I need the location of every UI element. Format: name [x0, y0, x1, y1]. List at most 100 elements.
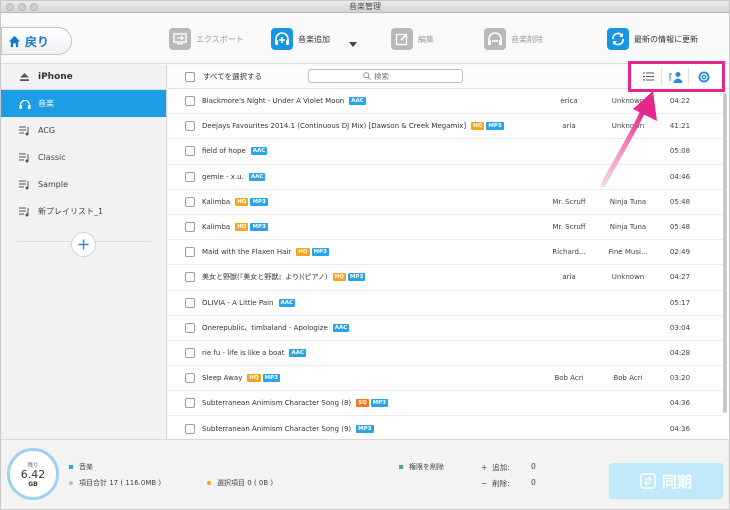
- song-time: 04:36: [669, 399, 691, 408]
- vertical-scrollbar[interactable]: [723, 93, 727, 413]
- row-checkbox[interactable]: [185, 146, 195, 157]
- row-checkbox[interactable]: [185, 222, 195, 233]
- sync-button[interactable]: 同期: [609, 463, 723, 499]
- legend-dot: [399, 465, 403, 469]
- search-box[interactable]: [308, 69, 463, 83]
- sidebar-item-classic[interactable]: Classic: [1, 144, 166, 171]
- row-checkbox[interactable]: [185, 297, 195, 308]
- playlist-icon: [19, 153, 29, 162]
- table-row[interactable]: Subterranean Animism Character Song (8) S…: [168, 391, 723, 417]
- add-music-label: 音楽追加: [298, 34, 330, 44]
- plus-icon: +: [481, 463, 488, 472]
- refresh-label: 最新の情報に更新: [634, 34, 698, 44]
- add-music-dropdown-arrow[interactable]: [349, 42, 357, 47]
- song-title: rie fu - life is like a boat AAC: [202, 348, 306, 357]
- music-rows: Blackmore's Night - Under A Violet Moon A…: [168, 89, 723, 442]
- export-button[interactable]: エクスポート: [169, 28, 244, 50]
- search-icon: [363, 72, 371, 80]
- sidebar-item-sample[interactable]: Sample: [1, 171, 166, 198]
- song-album: Ninja Tuna: [609, 197, 647, 206]
- row-checkbox[interactable]: [185, 121, 195, 132]
- song-title-text: Kalimba: [202, 223, 231, 232]
- back-button[interactable]: 戻り: [1, 27, 72, 55]
- format-badge: MP3: [356, 424, 374, 433]
- song-time: 05:48: [669, 197, 691, 206]
- song-time: 04:22: [669, 97, 691, 106]
- song-title-text: Sleep Away: [202, 374, 243, 383]
- table-row[interactable]: rie fu - life is like a boat AAC 04:28: [168, 341, 723, 367]
- row-checkbox[interactable]: [185, 96, 195, 107]
- format-badge: AAC: [289, 348, 306, 357]
- row-checkbox[interactable]: [185, 398, 195, 409]
- select-all[interactable]: すべてを選択する: [185, 71, 262, 82]
- artist-view-button[interactable]: [663, 67, 690, 86]
- table-row[interactable]: gemie - x.u. AAC 04:46: [168, 165, 723, 190]
- eject-icon[interactable]: [20, 73, 29, 81]
- format-badge: HQ: [296, 248, 310, 257]
- song-time: 04:36: [669, 424, 691, 433]
- table-row[interactable]: OLIVIA - A Little Pain AAC 05:17: [168, 291, 723, 316]
- app-window: 音楽管理 戻り エクスポート 音楽追加 編集 音楽削除 最新の情報に更新 iPh…: [0, 0, 730, 510]
- refresh-icon: [607, 28, 629, 50]
- edit-icon: [391, 28, 413, 50]
- list-view-button[interactable]: [636, 67, 662, 86]
- table-row[interactable]: Onerepublic、timbaland - Apologize AAC 03:0…: [168, 316, 723, 341]
- artist-view-icon: [668, 71, 683, 83]
- select-all-label: すべてを選択する: [203, 72, 263, 81]
- album-view-button[interactable]: [691, 68, 717, 86]
- song-artist: aria: [562, 122, 576, 131]
- row-checkbox[interactable]: [185, 272, 195, 283]
- song-artist: erica: [560, 97, 578, 106]
- add-counter-label: 追加:: [492, 463, 510, 472]
- delete-music-label: 音楽削除: [511, 34, 543, 44]
- row-checkbox[interactable]: [185, 423, 195, 434]
- format-badge: HQ: [235, 197, 249, 206]
- table-row[interactable]: 美女と野獣(『美女と野獣』より)(ピアノ) HQ MP3 aria Unknown 04:…: [168, 265, 723, 291]
- playlist-icon: [19, 180, 29, 189]
- song-time: 41:21: [669, 122, 691, 131]
- table-row[interactable]: Subterranean Animism Character Song (9) M…: [168, 416, 723, 442]
- song-time: 05:48: [669, 223, 691, 232]
- song-title-text: 美女と野獣(『美女と野獣』より)(ピアノ): [202, 273, 328, 282]
- format-badge: MP3: [486, 122, 504, 131]
- edit-button[interactable]: 編集: [391, 28, 434, 50]
- sidebar-item-label: Classic: [38, 153, 66, 162]
- table-row[interactable]: Kalimba HQ MP3 Mr. Scruff Ninja Tuna 05:48: [168, 190, 723, 215]
- table-row[interactable]: Sleep Away HQ MP3 Bob Acri Bob Acri 03:20: [168, 366, 723, 392]
- format-badge: AAC: [278, 298, 296, 307]
- row-checkbox[interactable]: [185, 171, 195, 182]
- sidebar-item-acg[interactable]: ACG: [1, 117, 166, 144]
- delete-music-button[interactable]: 音楽削除: [484, 28, 543, 50]
- song-time: 05:08: [669, 147, 691, 156]
- table-row[interactable]: Blackmore's Night - Under A Violet Moon A…: [168, 89, 723, 115]
- add-playlist-button[interactable]: [71, 232, 96, 257]
- legend-dot: [69, 465, 73, 469]
- sidebar-item-music[interactable]: 音楽: [1, 90, 166, 117]
- format-badge: HQ: [247, 374, 261, 383]
- sidebar-item-label: ACG: [38, 126, 56, 135]
- search-input[interactable]: [374, 71, 408, 81]
- row-checkbox[interactable]: [185, 322, 195, 333]
- table-row[interactable]: Maid with the Flaxen Hair HQ MP3 Richard...…: [168, 240, 723, 266]
- row-checkbox[interactable]: [185, 347, 195, 358]
- song-album: Fine Musi...: [608, 248, 648, 257]
- device-row[interactable]: iPhone: [1, 65, 166, 90]
- add-music-button[interactable]: 音楽追加: [271, 28, 330, 50]
- song-album: Unknown: [611, 273, 645, 282]
- row-checkbox[interactable]: [185, 247, 195, 258]
- table-row[interactable]: field of hope AAC 05:08: [168, 139, 723, 165]
- refresh-button[interactable]: 最新の情報に更新: [607, 28, 698, 50]
- row-checkbox[interactable]: [185, 196, 195, 207]
- select-all-checkbox[interactable]: [185, 71, 195, 82]
- song-time: 04:46: [669, 172, 691, 181]
- song-title-text: OLIVIA - A Little Pain: [202, 298, 274, 307]
- legend-dot: [69, 481, 73, 485]
- format-badge: MP3: [250, 223, 268, 232]
- sync-label: 同期: [661, 472, 692, 491]
- song-album: Unknown: [611, 97, 645, 106]
- table-row[interactable]: Deejays Favourites 2014.1 (Continuous DJ…: [168, 114, 723, 140]
- table-row[interactable]: Kalimba HQ MP3 Mr. Scruff Ninja Tuna 05:48: [168, 215, 723, 241]
- sidebar-item-new-playlist[interactable]: 新プレイリスト_1: [1, 198, 166, 225]
- sidebar: iPhone 音楽 ACG Classic Sample 新プレイリスト_1: [1, 65, 167, 439]
- row-checkbox[interactable]: [185, 373, 195, 384]
